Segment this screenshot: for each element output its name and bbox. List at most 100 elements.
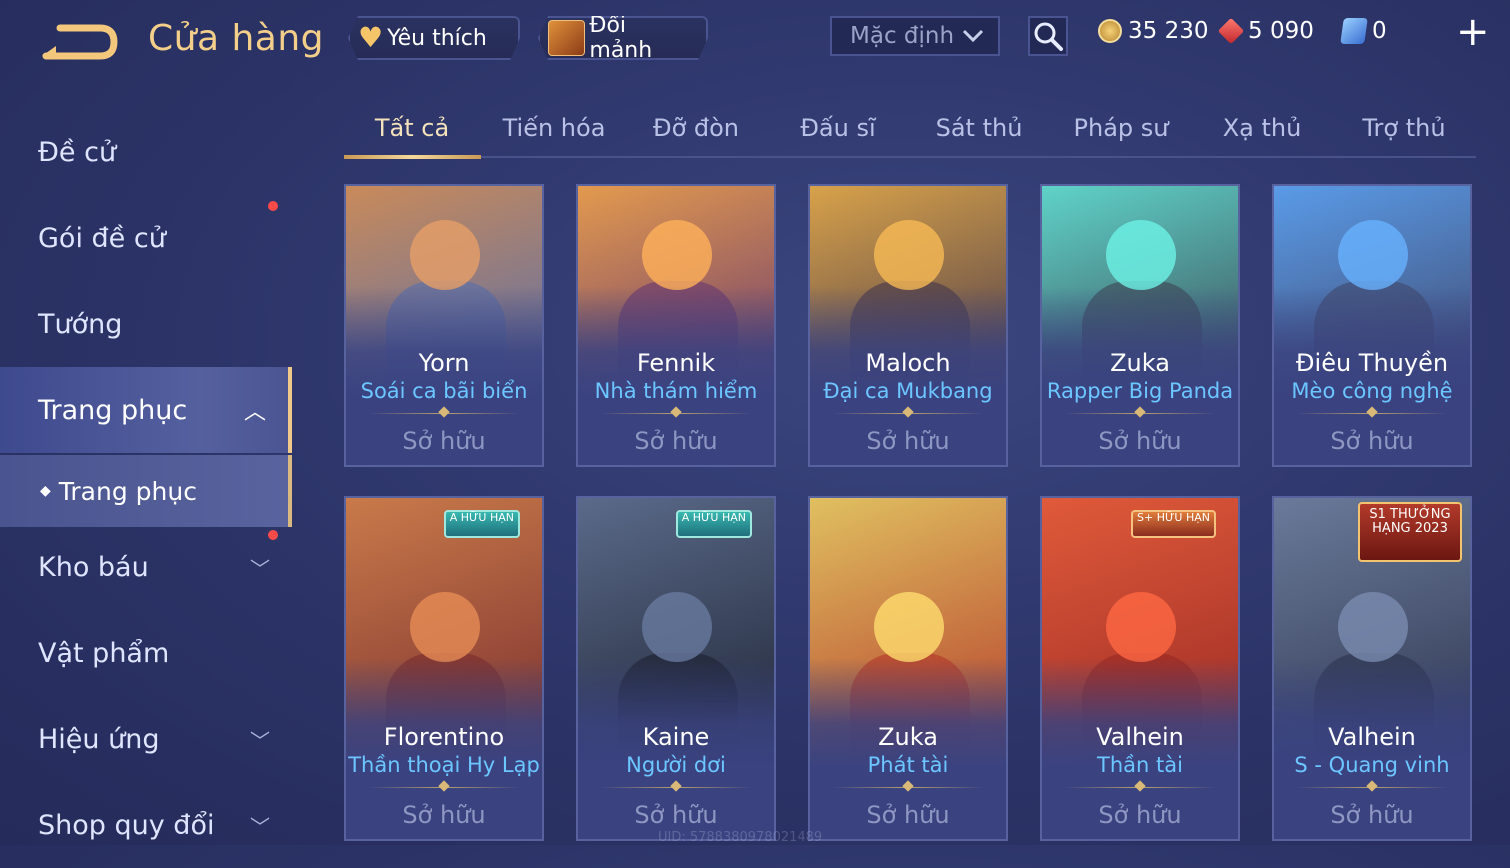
skin-card[interactable]: A HỮU HẠN Kaine Người dơi Sở hữu xyxy=(576,496,776,841)
skin-name: Đại ca Mukbang xyxy=(823,379,993,403)
favorites-button[interactable]: ♥ Yêu thích xyxy=(348,16,520,60)
search-button[interactable] xyxy=(1028,16,1068,56)
tab-assassin[interactable]: Sát thủ xyxy=(936,114,1023,142)
sidebar-item-effects[interactable]: Hiệu ứng ﹀ xyxy=(0,696,292,782)
skin-info: Kaine Người dơi Sở hữu xyxy=(578,719,774,839)
hero-name: Kaine xyxy=(642,723,710,751)
tab-all[interactable]: Tất cả xyxy=(375,114,449,142)
notification-dot xyxy=(268,201,278,211)
skin-info: Điêu Thuyền Mèo công nghệ Sở hữu xyxy=(1274,345,1470,465)
divider-diamond-icon xyxy=(902,780,914,792)
sidebar-item-label: Hiệu ứng xyxy=(38,723,160,755)
divider-diamond-icon xyxy=(438,406,450,418)
sidebar-item-skins[interactable]: Trang phục ︿ xyxy=(0,367,292,453)
skin-name: Thần thoại Hy Lạp xyxy=(348,753,540,777)
sidebar-item-label: Đề cử xyxy=(38,136,117,168)
divider-diamond-icon xyxy=(1134,406,1146,418)
exchange-label: Đổi mảnh xyxy=(589,13,653,63)
skin-tier-badge: S+ HỮU HẠN xyxy=(1131,510,1216,538)
sidebar-subitem-skins[interactable]: ◆ Trang phục xyxy=(0,455,292,527)
sidebar-item-treasure[interactable]: Kho báu ﹀ xyxy=(0,524,292,610)
skin-name: S - Quang vinh xyxy=(1294,753,1450,777)
exchange-fragments-button[interactable]: Đổi mảnh xyxy=(538,16,708,60)
tab-support[interactable]: Trợ thủ xyxy=(1362,114,1445,142)
uid-watermark: UID: 5788380978021489 xyxy=(658,830,823,845)
chevron-down-icon: ﹀ xyxy=(250,728,270,753)
tab-fighter[interactable]: Đấu sĩ xyxy=(800,114,875,142)
skin-card[interactable]: Zuka Rapper Big Panda Sở hữu xyxy=(1040,184,1240,467)
skin-name: Rapper Big Panda xyxy=(1046,379,1234,403)
chevron-down-icon: ﹀ xyxy=(250,814,270,839)
skin-info: Zuka Phát tài Sở hữu xyxy=(810,719,1006,839)
sidebar-item-recommended[interactable]: Đề cử xyxy=(0,109,292,195)
hero-name: Florentino xyxy=(383,723,505,751)
divider-diamond-icon xyxy=(670,780,682,792)
chevron-down-icon: ﹀ xyxy=(250,556,270,581)
owned-status: Sở hữu xyxy=(402,427,486,455)
gold-coin-icon xyxy=(1098,19,1122,43)
skin-card[interactable]: A HỮU HẠN Florentino Thần thoại Hy Lạp S… xyxy=(344,496,544,841)
sidebar-item-recommended-bundles[interactable]: Gói đề cử xyxy=(0,195,292,281)
skin-name: Mèo công nghệ xyxy=(1291,379,1453,403)
chevron-up-icon: ︿ xyxy=(243,400,266,425)
divider-diamond-icon xyxy=(1134,780,1146,792)
owned-status: Sở hữu xyxy=(1330,801,1414,829)
gold-amount: 35 230 xyxy=(1128,18,1209,44)
active-tab-indicator xyxy=(344,155,481,159)
page-title: Cửa hàng xyxy=(148,18,325,59)
hero-name: Zuka xyxy=(1110,349,1170,377)
skin-name: Thần tài xyxy=(1097,753,1183,777)
hero-name: Valhein xyxy=(1096,723,1184,751)
skin-card[interactable]: S1 THƯỞNG HẠNG 2023 Valhein S - Quang vi… xyxy=(1272,496,1472,841)
sidebar: Đề cử Gói đề cử Tướng Trang phục ︿ ◆ Tra… xyxy=(0,100,292,845)
favorites-label: Yêu thích xyxy=(387,25,487,51)
owned-status: Sở hữu xyxy=(1098,427,1182,455)
sidebar-item-label: Kho báu xyxy=(38,551,149,583)
tab-marksman[interactable]: Xạ thủ xyxy=(1223,114,1302,142)
hero-name: Điêu Thuyền xyxy=(1295,349,1449,377)
tab-evolution[interactable]: Tiến hóa xyxy=(503,114,606,142)
skin-info: Zuka Rapper Big Panda Sở hữu xyxy=(1042,345,1238,465)
tab-tank[interactable]: Đỡ đòn xyxy=(653,114,739,142)
sidebar-item-label: Shop quy đổi xyxy=(38,809,215,841)
add-currency-button[interactable]: + xyxy=(1456,12,1490,52)
category-tabs: Tất cả Tiến hóa Đỡ đòn Đấu sĩ Sát thủ Ph… xyxy=(344,100,1476,159)
owned-status: Sở hữu xyxy=(1330,427,1414,455)
owned-status: Sở hữu xyxy=(866,801,950,829)
sort-dropdown[interactable]: Mặc định xyxy=(830,16,1000,56)
owned-status: Sở hữu xyxy=(402,801,486,829)
voucher-icon xyxy=(1340,18,1368,44)
tab-mage[interactable]: Pháp sư xyxy=(1074,114,1169,142)
skin-tier-badge: A HỮU HẠN xyxy=(443,510,520,538)
owned-status: Sở hữu xyxy=(866,427,950,455)
skin-info: Valhein Thần tài Sở hữu xyxy=(1042,719,1238,839)
skin-card[interactable]: Maloch Đại ca Mukbang Sở hữu xyxy=(808,184,1008,467)
owned-status: Sở hữu xyxy=(634,801,718,829)
skin-card[interactable]: Zuka Phát tài Sở hữu xyxy=(808,496,1008,841)
chest-icon xyxy=(548,20,585,56)
owned-status: Sở hữu xyxy=(634,427,718,455)
gold-balance: 35 230 xyxy=(1098,18,1208,44)
sidebar-item-items[interactable]: Vật phẩm xyxy=(0,610,292,696)
divider-diamond-icon xyxy=(902,406,914,418)
hero-name: Maloch xyxy=(865,349,951,377)
skin-card[interactable]: Điêu Thuyền Mèo công nghệ Sở hữu xyxy=(1272,184,1472,467)
chevron-down-icon xyxy=(962,29,984,43)
search-icon xyxy=(1034,22,1063,51)
skin-name: Soái ca bãi biển xyxy=(360,379,528,403)
hero-name: Zuka xyxy=(878,723,938,751)
sidebar-item-exchange-shop[interactable]: Shop quy đổi ﹀ xyxy=(0,782,292,868)
skin-card[interactable]: S+ HỮU HẠN Valhein Thần tài Sở hữu xyxy=(1040,496,1240,841)
skin-card[interactable]: Fennik Nhà thám hiểm Sở hữu xyxy=(576,184,776,467)
skin-name: Nhà thám hiểm xyxy=(594,379,758,403)
ruby-balance: 5 090 xyxy=(1217,17,1314,45)
voucher-amount: 0 xyxy=(1372,18,1387,44)
skin-info: Yorn Soái ca bãi biển Sở hữu xyxy=(346,345,542,465)
ruby-icon xyxy=(1217,17,1245,45)
back-button[interactable] xyxy=(38,22,118,62)
divider-diamond-icon xyxy=(1366,406,1378,418)
skin-tier-badge: S1 THƯỞNG HẠNG 2023 xyxy=(1358,502,1462,562)
sidebar-item-heroes[interactable]: Tướng xyxy=(0,281,292,367)
voucher-balance: 0 xyxy=(1340,18,1387,44)
skin-card[interactable]: Yorn Soái ca bãi biển Sở hữu xyxy=(344,184,544,467)
